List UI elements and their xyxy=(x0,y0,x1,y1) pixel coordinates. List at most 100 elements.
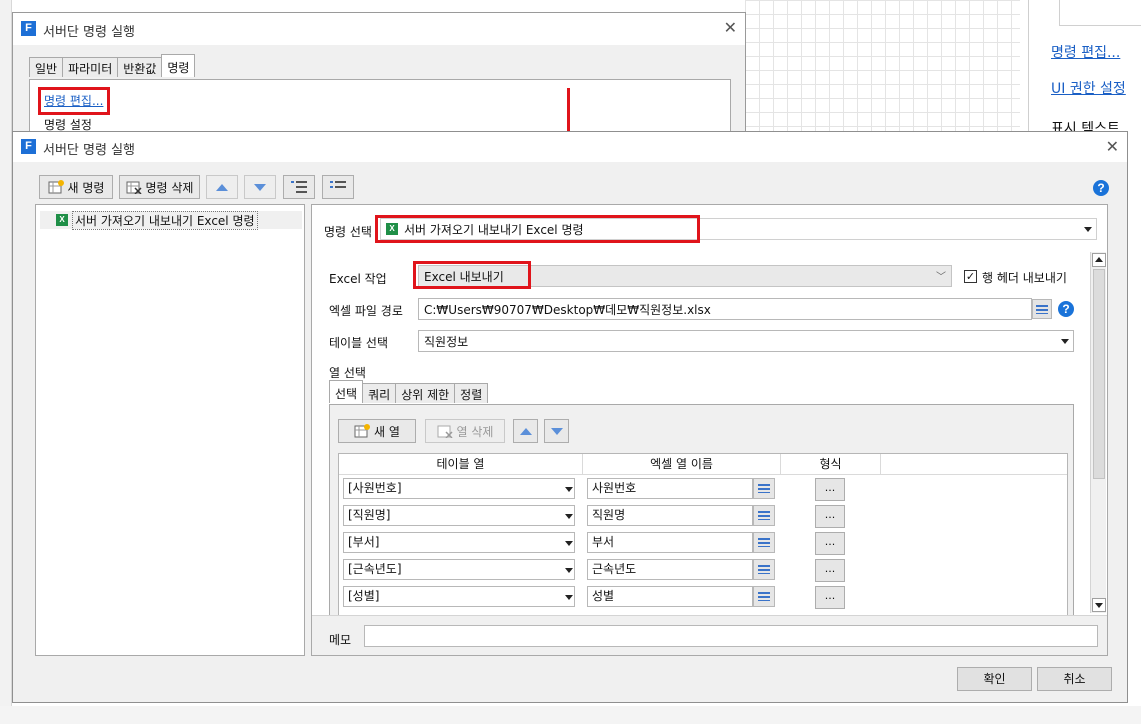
dropdown-arrow-icon xyxy=(1061,339,1069,344)
excel-name-picker-button[interactable] xyxy=(753,559,775,580)
table-column-dropdown[interactable]: [사원번호] xyxy=(343,478,575,499)
list-view-button[interactable] xyxy=(322,175,354,199)
help-icon[interactable]: ? xyxy=(1058,301,1074,317)
delete-column-button[interactable]: 열 삭제 xyxy=(425,419,505,443)
table-column-dropdown[interactable]: [성별] xyxy=(343,586,575,607)
arrow-down-icon xyxy=(1095,603,1103,608)
picker-icon xyxy=(758,565,770,574)
main-dialog: F 서버단 명령 실행 ✕ 새 명령 명령 삭제 ? X 서버 가져오기 내보내… xyxy=(12,131,1128,703)
arrow-down-icon xyxy=(550,427,563,435)
close-icon[interactable]: ✕ xyxy=(1106,137,1119,156)
tab-general[interactable]: 일반 xyxy=(29,57,64,77)
tab-command[interactable]: 명령 xyxy=(161,54,196,77)
app-logo-icon: F xyxy=(21,21,36,36)
format-button[interactable]: ... xyxy=(815,505,845,528)
arrow-up-icon xyxy=(216,183,228,191)
column-move-down-button[interactable] xyxy=(544,419,569,443)
table-row: [성별] 성별 ... xyxy=(339,586,1067,613)
ui-permission-link[interactable]: UI 권한 설정 xyxy=(1051,78,1126,98)
edit-command-link-bg[interactable]: 명령 편집... xyxy=(1051,42,1120,62)
dropdown-arrow-icon xyxy=(565,568,573,573)
arrow-down-icon xyxy=(254,183,266,191)
excel-name-picker-button[interactable] xyxy=(753,586,775,607)
main-dialog-title: 서버단 명령 실행 xyxy=(43,143,135,158)
list-icon xyxy=(330,181,346,188)
picker-icon xyxy=(1036,304,1048,314)
move-up-button[interactable] xyxy=(206,175,238,199)
new-document-icon xyxy=(48,180,64,194)
memo-label: 메모 xyxy=(329,633,352,647)
excel-name-picker-button[interactable] xyxy=(753,532,775,553)
excel-name-input[interactable]: 근속년도 xyxy=(587,559,753,580)
table-select-dropdown[interactable]: 직원정보 xyxy=(418,330,1074,352)
format-button[interactable]: ... xyxy=(815,586,845,609)
excel-name-input[interactable]: 사원번호 xyxy=(587,478,753,499)
dropdown-arrow-icon xyxy=(565,487,573,492)
indent-button[interactable] xyxy=(283,175,315,199)
excel-action-dropdown[interactable]: Excel 내보내기 ﹀ xyxy=(418,265,952,287)
file-path-input[interactable]: C:₩Users₩90707₩Desktop₩데모₩직원정보.xlsx xyxy=(418,298,1032,320)
dropdown-arrow-icon xyxy=(565,595,573,600)
excel-name-input[interactable]: 성별 xyxy=(587,586,753,607)
excel-name-input[interactable]: 직원명 xyxy=(587,505,753,526)
help-icon[interactable]: ? xyxy=(1093,180,1109,196)
tab-return-value[interactable]: 반환값 xyxy=(117,57,163,77)
new-column-label: 새 열 xyxy=(374,424,400,439)
delete-command-button[interactable]: 명령 삭제 xyxy=(119,175,200,199)
tab-parameters[interactable]: 파라미터 xyxy=(62,57,119,77)
table-column-dropdown[interactable]: [직원명] xyxy=(343,505,575,526)
back-dialog-tabs: 일반 파라미터 반환값 명령 xyxy=(29,54,196,79)
excel-name-picker-button[interactable] xyxy=(753,505,775,526)
column-select-pane: 새 열 열 삭제 테이블 열 엑셀 열 이름 형식 [사원번호] 사원번호 ..… xyxy=(329,404,1074,617)
tab-query[interactable]: 쿼리 xyxy=(362,383,397,403)
table-column-dropdown[interactable]: [근속년도] xyxy=(343,559,575,580)
file-path-label: 엑셀 파일 경로 xyxy=(329,304,403,318)
excel-name-picker-button[interactable] xyxy=(753,478,775,499)
format-button[interactable]: ... xyxy=(815,478,845,501)
file-path-picker-button[interactable] xyxy=(1032,299,1052,319)
edit-command-link[interactable]: 명령 편집... xyxy=(44,92,103,109)
export-row-header-checkbox[interactable]: ✓ xyxy=(964,270,977,283)
tree-item-command[interactable]: X 서버 가져오기 내보내기 Excel 명령 xyxy=(40,210,302,230)
scroll-up-button[interactable] xyxy=(1092,253,1106,267)
app-logo-icon: F xyxy=(21,139,36,154)
close-icon[interactable]: ✕ xyxy=(724,18,737,37)
command-select-dropdown[interactable]: X 서버 가져오기 내보내기 Excel 명령 xyxy=(380,218,1097,240)
new-column-icon xyxy=(354,424,371,438)
new-command-button[interactable]: 새 명령 xyxy=(39,175,113,199)
delete-column-icon xyxy=(437,424,453,439)
settings-scrollbar[interactable] xyxy=(1090,252,1106,613)
cancel-button[interactable]: 취소 xyxy=(1037,667,1112,691)
back-dialog: F 서버단 명령 실행 ✕ 일반 파라미터 반환값 명령 명령 편집... 명령… xyxy=(12,12,746,139)
column-select-tabs: 선택 쿼리 상위 제한 정렬 xyxy=(329,380,489,403)
tab-select[interactable]: 선택 xyxy=(329,380,364,403)
format-button[interactable]: ... xyxy=(815,559,845,582)
column-select-label: 열 선택 xyxy=(329,366,366,380)
tab-top-limit[interactable]: 상위 제한 xyxy=(395,383,456,403)
new-column-button[interactable]: 새 열 xyxy=(338,419,416,443)
property-panel: 명령 편집... UI 권한 설정 표시 텍스트 xyxy=(1028,0,1141,137)
picker-icon xyxy=(758,538,770,547)
tab-sort[interactable]: 정렬 xyxy=(454,383,489,403)
move-down-button[interactable] xyxy=(244,175,276,199)
memo-input[interactable] xyxy=(364,625,1098,647)
excel-icon: X xyxy=(386,223,398,235)
scroll-thumb[interactable] xyxy=(1093,269,1105,479)
command-settings-panel: 명령 선택 X 서버 가져오기 내보내기 Excel 명령 Excel 작업 E… xyxy=(311,204,1108,656)
table-column-dropdown[interactable]: [부서] xyxy=(343,532,575,553)
back-dialog-pane: 명령 편집... 명령 설정 xyxy=(29,79,731,139)
dropdown-arrow-icon xyxy=(565,514,573,519)
arrow-up-icon xyxy=(1095,257,1103,262)
excel-icon: X xyxy=(56,214,68,226)
ok-button[interactable]: 확인 xyxy=(957,667,1032,691)
scroll-down-button[interactable] xyxy=(1092,598,1106,612)
excel-name-input[interactable]: 부서 xyxy=(587,532,753,553)
table-row: [근속년도] 근속년도 ... xyxy=(339,559,1067,586)
background-bottom-edge xyxy=(0,706,1141,724)
memo-area: 메모 xyxy=(312,615,1107,655)
tree-item-label: 서버 가져오기 내보내기 Excel 명령 xyxy=(72,210,258,230)
column-move-up-button[interactable] xyxy=(513,419,538,443)
command-select-value: 서버 가져오기 내보내기 Excel 명령 xyxy=(404,222,584,237)
table-select-value: 직원정보 xyxy=(424,334,469,349)
format-button[interactable]: ... xyxy=(815,532,845,555)
